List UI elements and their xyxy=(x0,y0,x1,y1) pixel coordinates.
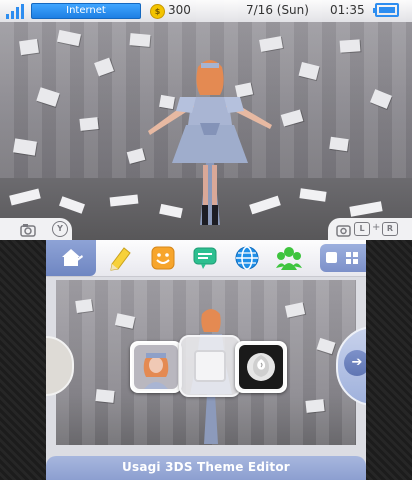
coin-count: 300 xyxy=(168,3,191,17)
speech-bubble-icon xyxy=(193,247,217,269)
clock-label: 01:35 xyxy=(330,3,365,17)
app-icon-portrait[interactable] xyxy=(130,341,182,393)
paper-sheet xyxy=(75,298,93,314)
theme-title-bar: Usagi 3DS Theme Editor xyxy=(46,456,366,480)
square-view-icon[interactable] xyxy=(326,252,337,263)
camera-tab-left[interactable]: Y xyxy=(0,218,72,240)
bottom-screen: ➔ Usagi 3DS Theme Editor xyxy=(46,240,366,480)
browser-button[interactable] xyxy=(233,244,261,272)
paper-sheet xyxy=(129,33,151,47)
paper-sheet xyxy=(305,399,325,413)
friends-list-button[interactable] xyxy=(149,244,177,272)
top-screen: Internet $ 300 7/16 (Sun) 01:35 Y L + R xyxy=(0,0,412,240)
selected-app-slot[interactable] xyxy=(179,335,241,397)
paper-sheet xyxy=(95,389,115,403)
home-settings-icon xyxy=(62,249,83,266)
paper-sheet xyxy=(284,302,306,318)
paper-sheet xyxy=(79,117,99,131)
camera-icon xyxy=(20,224,36,237)
camera-tab-right[interactable]: L + R xyxy=(328,218,412,240)
miiverse-button[interactable] xyxy=(275,244,303,272)
home-toolbar xyxy=(46,240,366,277)
paper-sheet xyxy=(114,313,136,329)
grid-view-icon[interactable] xyxy=(346,252,358,264)
theme-title: Usagi 3DS Theme Editor xyxy=(122,460,290,474)
globe-icon xyxy=(235,246,259,270)
empty-slot xyxy=(194,350,226,382)
status-bar: Internet $ 300 7/16 (Sun) 01:35 xyxy=(0,0,412,22)
portrait-photo-icon xyxy=(134,345,178,389)
home-settings-button[interactable] xyxy=(46,240,96,276)
rose-photo-icon xyxy=(239,345,283,389)
paper-sheet xyxy=(316,337,336,355)
arrow-right-icon: ➔ xyxy=(344,350,366,376)
notes-button[interactable] xyxy=(106,244,134,272)
dancer-figure xyxy=(148,60,272,225)
notifications-button[interactable] xyxy=(191,244,219,272)
y-button-icon: Y xyxy=(52,221,68,237)
battery-icon xyxy=(373,3,399,17)
pencil-icon xyxy=(110,247,131,271)
signal-strength-icon xyxy=(6,3,28,19)
r-button-icon: R xyxy=(382,222,398,236)
smiley-icon xyxy=(151,246,175,270)
connection-label: Internet xyxy=(31,3,141,19)
play-coin-icon: $ xyxy=(150,4,165,19)
view-toggle-group xyxy=(320,244,366,272)
plus-icon: + xyxy=(372,222,381,233)
paper-sheet xyxy=(19,38,39,56)
date-label: 7/16 (Sun) xyxy=(246,3,309,17)
paper-sheet xyxy=(329,136,349,152)
paper-sheet xyxy=(339,39,361,53)
app-icon-rose[interactable] xyxy=(235,341,287,393)
camera-icon xyxy=(336,225,351,237)
l-button-icon: L xyxy=(354,222,370,236)
friends-icon xyxy=(276,247,302,270)
